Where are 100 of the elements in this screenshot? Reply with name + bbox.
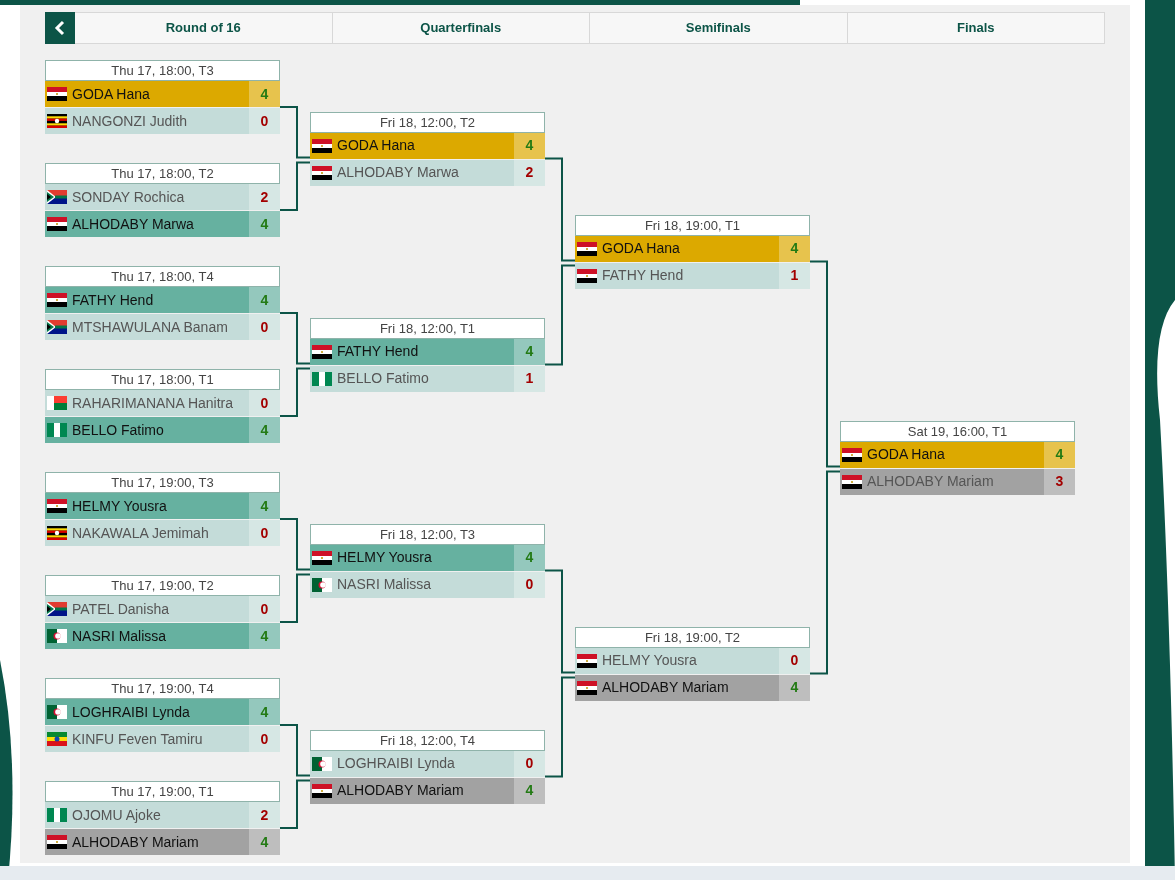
player-name: NASRI Malissa bbox=[72, 626, 167, 646]
score-cell: 0 bbox=[249, 314, 280, 340]
flag-icon bbox=[842, 474, 862, 489]
score-cell: 4 bbox=[249, 699, 280, 725]
match-time: Thu 17, 19:00, T1 bbox=[45, 781, 280, 802]
player-name: ALHODABY Mariam bbox=[602, 678, 729, 697]
player-name: HELMY Yousra bbox=[72, 496, 167, 516]
round-tab[interactable]: Quarterfinals bbox=[332, 12, 590, 44]
match-time: Fri 18, 12:00, T1 bbox=[310, 317, 545, 339]
score-cell: 0 bbox=[249, 726, 280, 752]
flag-icon bbox=[312, 371, 332, 386]
player-name: GODA Hana bbox=[72, 84, 150, 104]
chevron-left-icon bbox=[54, 20, 66, 36]
score-cell: 1 bbox=[514, 365, 545, 392]
player-name: SONDAY Rochica bbox=[72, 187, 185, 207]
flag-icon bbox=[842, 447, 862, 462]
round-tab[interactable]: Finals bbox=[847, 12, 1105, 44]
player-name: KINFU Feven Tamiru bbox=[72, 729, 203, 749]
flag-icon bbox=[312, 344, 332, 359]
score-cell: 4 bbox=[514, 544, 545, 571]
player-name: NASRI Malissa bbox=[337, 575, 432, 594]
score-cell: 4 bbox=[514, 132, 545, 159]
match-time: Fri 18, 12:00, T4 bbox=[310, 729, 545, 751]
flag-icon bbox=[47, 114, 67, 128]
player-name: FATHY Hend bbox=[337, 342, 419, 361]
flag-icon bbox=[47, 396, 67, 410]
match-time: Thu 17, 18:00, T4 bbox=[45, 266, 280, 287]
flag-icon bbox=[577, 653, 597, 668]
score-cell: 0 bbox=[249, 108, 280, 134]
player-name: OJOMU Ajoke bbox=[72, 805, 161, 825]
match-time: Thu 17, 18:00, T2 bbox=[45, 163, 280, 184]
flag-icon bbox=[47, 499, 67, 513]
player-name: BELLO Fatimo bbox=[72, 420, 164, 440]
match-time: Thu 17, 19:00, T4 bbox=[45, 678, 280, 699]
score-cell: 0 bbox=[249, 390, 280, 416]
player-name: RAHARIMANANA Hanitra bbox=[72, 393, 234, 413]
flag-icon bbox=[47, 808, 67, 822]
score-cell: 4 bbox=[249, 829, 280, 855]
score-cell: 4 bbox=[779, 235, 810, 262]
player-name: LOGHRAIBI Lynda bbox=[72, 702, 190, 722]
score-cell: 4 bbox=[514, 777, 545, 804]
flag-icon bbox=[577, 241, 597, 256]
score-cell: 0 bbox=[249, 596, 280, 622]
flag-icon bbox=[47, 320, 67, 334]
bracket-line bbox=[279, 106, 311, 159]
player-name: FATHY Hend bbox=[602, 266, 684, 285]
score-cell: 0 bbox=[514, 571, 545, 598]
score-cell: 1 bbox=[779, 262, 810, 289]
score-cell: 4 bbox=[249, 493, 280, 519]
player-name: ALHODABY Marwa bbox=[72, 214, 194, 234]
score-cell: 4 bbox=[514, 338, 545, 365]
score-cell: 4 bbox=[249, 287, 280, 313]
match-time: Fri 18, 12:00, T3 bbox=[310, 523, 545, 545]
score-cell: 2 bbox=[249, 184, 280, 210]
player-name: ALHODABY Marwa bbox=[337, 163, 459, 182]
match-time: Thu 17, 19:00, T2 bbox=[45, 575, 280, 596]
player-name: PATEL Danisha bbox=[72, 599, 169, 619]
player-name: MTSHAWULANA Banam bbox=[72, 317, 228, 337]
score-cell: 2 bbox=[249, 802, 280, 828]
player-name: NANGONZI Judith bbox=[72, 111, 188, 131]
score-cell: 0 bbox=[249, 520, 280, 546]
match-time: Fri 18, 19:00, T2 bbox=[575, 626, 810, 648]
player-name: GODA Hana bbox=[867, 445, 945, 464]
flag-icon bbox=[47, 87, 67, 101]
match-time: Fri 18, 12:00, T2 bbox=[310, 111, 545, 133]
bracket-line bbox=[279, 367, 311, 417]
player-name: BELLO Fatimo bbox=[337, 369, 429, 388]
player-name: ALHODABY Mariam bbox=[867, 472, 994, 491]
flag-icon bbox=[577, 680, 597, 695]
flag-icon bbox=[47, 835, 67, 849]
player-name: LOGHRAIBI Lynda bbox=[337, 754, 455, 773]
flag-icon bbox=[312, 138, 332, 153]
score-cell: 0 bbox=[514, 750, 545, 777]
flag-icon bbox=[47, 732, 67, 746]
flag-icon bbox=[47, 526, 67, 540]
back-button[interactable] bbox=[45, 12, 75, 44]
bracket-line bbox=[279, 724, 311, 777]
player-name: NAKAWALA Jemimah bbox=[72, 523, 209, 543]
bracket-line bbox=[279, 518, 311, 571]
score-cell: 4 bbox=[249, 623, 280, 649]
player-name: GODA Hana bbox=[602, 239, 680, 258]
player-name: ALHODABY Mariam bbox=[72, 832, 199, 852]
flag-icon bbox=[312, 577, 332, 592]
flag-icon bbox=[312, 165, 332, 180]
flag-icon bbox=[47, 293, 67, 307]
flag-icon bbox=[312, 783, 332, 798]
flag-icon bbox=[47, 423, 67, 437]
score-cell: 4 bbox=[249, 417, 280, 443]
player-name: FATHY Hend bbox=[72, 290, 154, 310]
bracket-line bbox=[279, 779, 311, 829]
bracket-line bbox=[279, 312, 311, 365]
player-name: GODA Hana bbox=[337, 136, 415, 155]
round-tab[interactable]: Semifinals bbox=[590, 12, 848, 44]
score-cell: 4 bbox=[249, 81, 280, 107]
flag-icon bbox=[47, 629, 67, 643]
round-tab[interactable]: Round of 16 bbox=[75, 12, 333, 44]
bracket-line bbox=[279, 161, 311, 211]
flag-icon bbox=[312, 756, 332, 771]
flag-icon bbox=[47, 705, 67, 719]
score-cell: 4 bbox=[779, 674, 810, 701]
